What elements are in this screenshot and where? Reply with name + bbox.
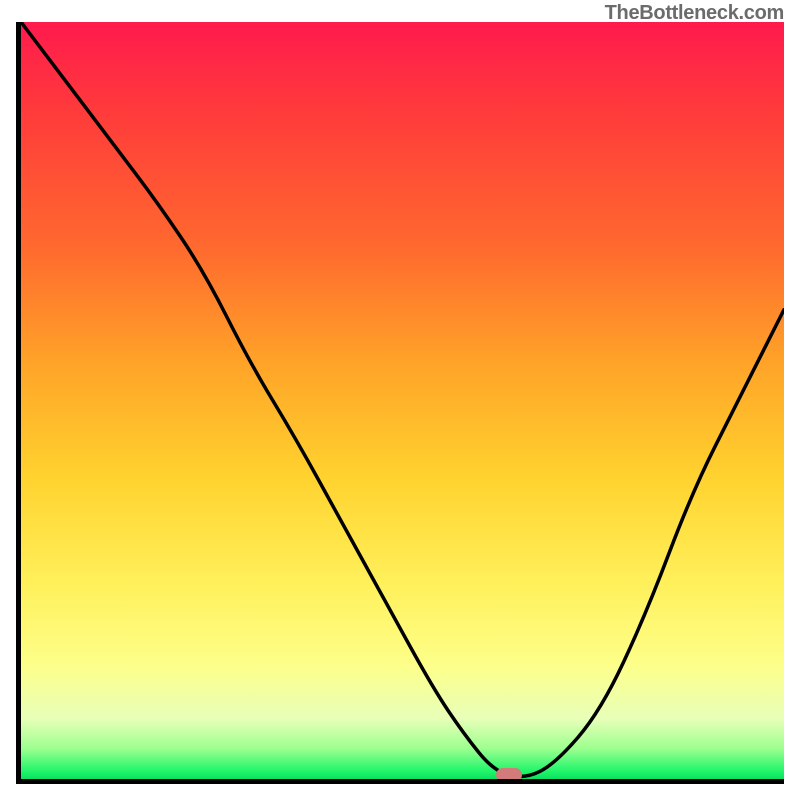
chart-plot-area (16, 22, 784, 784)
optimal-point-marker (496, 768, 522, 782)
bottleneck-curve-line (21, 22, 784, 779)
